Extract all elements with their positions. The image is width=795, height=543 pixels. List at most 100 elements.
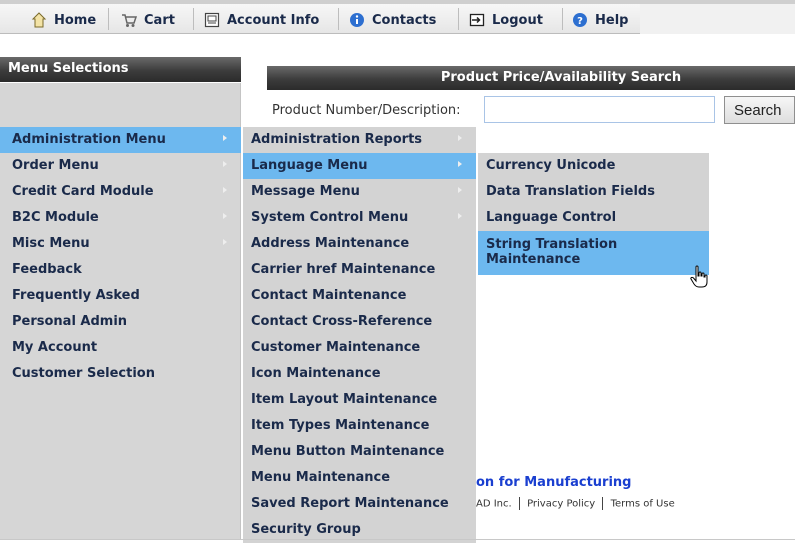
submenu-item-label: Language Menu [251,158,368,173]
chevron-right-icon [458,213,462,219]
footer-company: AD Inc. [476,498,512,510]
chevron-right-icon [223,213,227,219]
search-button[interactable]: Search [724,96,795,124]
submenu-item-label: Item Types Maintenance [251,418,430,433]
footer-title-link[interactable]: on for Manufacturing [476,475,632,490]
submenu-item-carrier-href-maintenance[interactable]: Carrier href Maintenance [243,257,476,283]
submenu-item-address-maintenance[interactable]: Address Maintenance [243,231,476,257]
toolbar-cart[interactable]: Cart [120,10,175,30]
submenu-item-label: Customer Maintenance [251,340,421,355]
language-submenu: Currency Unicode Data Translation Fields… [478,153,709,275]
sidebar-item-label: Feedback [12,262,82,277]
chevron-right-icon [223,187,227,193]
chevron-right-icon [458,161,462,167]
submenu-item-label: Contact Maintenance [251,288,407,303]
sidebar-item-customer-selection[interactable]: Customer Selection [0,361,241,387]
submenu-item-label: Saved Report Maintenance [251,496,449,511]
submenu-item-label: Currency Unicode [486,158,616,173]
chevron-right-icon [458,135,462,141]
toolbar-help-label: Help [595,12,629,28]
submenu-item-label: Administration Reports [251,132,423,147]
cart-icon [120,11,138,29]
toolbar-logout[interactable]: Logout [468,10,543,30]
submenu-item-label: String Translation Maintenance [486,237,618,267]
account-info-icon [203,11,221,29]
sidebar-item-label: Personal Admin [12,314,128,329]
toolbar-help[interactable]: ? Help [571,10,628,30]
sidebar-item-credit-card-module[interactable]: Credit Card Module [0,179,241,205]
submenu-item-label: Data Translation Fields [486,184,655,199]
top-toolbar: Home Cart Account Info Contacts Logout ?… [0,0,795,34]
footer-separator [518,497,520,510]
sidebar-item-my-account[interactable]: My Account [0,335,241,361]
terms-of-use-link[interactable]: Terms of Use [611,499,675,510]
submenu-item-menu-button-maintenance[interactable]: Menu Button Maintenance [243,439,476,465]
toolbar-contacts[interactable]: Contacts [348,10,436,30]
submenu-item-label: Item Layout Maintenance [251,392,438,407]
toolbar-contacts-label: Contacts [372,12,437,28]
hand-cursor-icon [690,265,708,289]
submenu-item-saved-report-maintenance[interactable]: Saved Report Maintenance [243,491,476,517]
search-label: Product Number/Description: [272,103,461,118]
toolbar-home-label: Home [54,12,97,28]
search-input[interactable] [484,96,715,123]
submenu-item-label: Language Control [486,210,617,225]
submenu-item-contact-maintenance[interactable]: Contact Maintenance [243,283,476,309]
sidebar-menu: Administration Menu Order Menu Credit Ca… [0,127,241,387]
toolbar-cart-label: Cart [144,12,175,28]
submenu-item-contact-cross-reference[interactable]: Contact Cross-Reference [243,309,476,335]
toolbar-home[interactable]: Home [30,10,96,30]
submenu-item-data-translation-fields[interactable]: Data Translation Fields [478,179,709,205]
submenu-item-label: Carrier href Maintenance [251,262,436,277]
menu-selections-header: Menu Selections [0,57,241,82]
contacts-info-icon [348,11,366,29]
chevron-right-icon [223,135,227,141]
toolbar-separator [108,8,109,30]
submenu-item-label: Menu Button Maintenance [251,444,445,459]
sidebar-item-misc-menu[interactable]: Misc Menu [0,231,241,257]
submenu-item-label: Security Group [251,522,361,537]
sidebar-item-b2c-module[interactable]: B2C Module [0,205,241,231]
submenu-item-customer-maintenance[interactable]: Customer Maintenance [243,335,476,361]
submenu-item-label: Contact Cross-Reference [251,314,433,329]
sidebar-item-administration-menu[interactable]: Administration Menu [0,127,241,153]
submenu-item-item-layout-maintenance[interactable]: Item Layout Maintenance [243,387,476,413]
sidebar-item-order-menu[interactable]: Order Menu [0,153,241,179]
privacy-policy-link[interactable]: Privacy Policy [527,499,595,510]
sidebar-item-label: My Account [12,340,98,355]
submenu-item-label: System Control Menu [251,210,409,225]
toolbar-account-info-label: Account Info [227,12,320,28]
chevron-right-icon [223,239,227,245]
submenu-item-language-control[interactable]: Language Control [478,205,709,231]
toolbar-separator [193,8,194,30]
submenu-item-item-types-maintenance[interactable]: Item Types Maintenance [243,413,476,439]
footer-separator [602,497,604,510]
toolbar-account-info[interactable]: Account Info [203,10,319,30]
submenu-item-menu-maintenance[interactable]: Menu Maintenance [243,465,476,491]
submenu-item-icon-maintenance[interactable]: Icon Maintenance [243,361,476,387]
sidebar-item-label: Credit Card Module [12,184,154,199]
svg-text:?: ? [577,16,583,27]
chevron-right-icon [223,161,227,167]
footer-links: AD Inc. Privacy Policy Terms of Use [476,497,675,510]
toolbar-logout-label: Logout [492,12,543,28]
submenu-item-language-menu[interactable]: Language Menu [243,153,476,179]
submenu-item-label: Address Maintenance [251,236,410,251]
sidebar-item-frequently-asked[interactable]: Frequently Asked [0,283,241,309]
submenu-item-administration-reports[interactable]: Administration Reports [243,127,476,153]
sidebar-item-label: Misc Menu [12,236,90,251]
sidebar-item-label: Order Menu [12,158,99,173]
sidebar-item-label: Administration Menu [12,132,166,147]
submenu-item-system-control-menu[interactable]: System Control Menu [243,205,476,231]
submenu-item-message-menu[interactable]: Message Menu [243,179,476,205]
submenu-item-string-translation-maintenance[interactable]: String Translation Maintenance [478,231,709,275]
bottom-divider [0,539,795,540]
logout-icon [468,11,486,29]
submenu-item-label: Menu Maintenance [251,470,391,485]
sidebar-item-feedback[interactable]: Feedback [0,257,241,283]
submenu-item-currency-unicode[interactable]: Currency Unicode [478,153,709,179]
home-icon [30,11,48,29]
sidebar-item-personal-admin[interactable]: Personal Admin [0,309,241,335]
submenu-item-label: Icon Maintenance [251,366,381,381]
product-search-header: Product Price/Availability Search [267,66,795,90]
